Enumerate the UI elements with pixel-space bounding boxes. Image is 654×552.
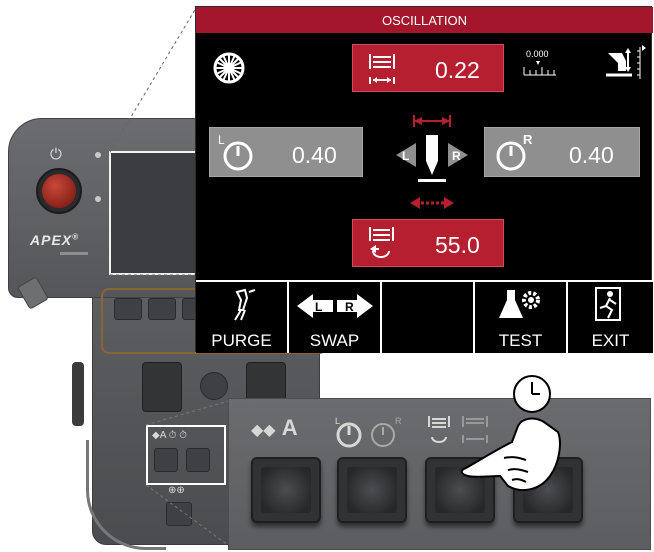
exit-label: EXIT	[591, 331, 630, 350]
oscillation-width-value: 0.22	[435, 57, 480, 83]
left-dwell-value: 0.40	[292, 142, 337, 168]
keypad-key-2[interactable]	[337, 457, 407, 523]
softkey-bar: PURGE L R SWAP TEST EXIT	[196, 280, 653, 353]
purge-torch-icon	[234, 288, 256, 321]
oscillation-screen: OSCILLATION 0.22 0.000 L 0.40 L R R 0.40…	[195, 6, 653, 353]
right-dwell-panel[interactable]: R 0.40	[484, 127, 640, 177]
key2-right-letter: R	[395, 416, 402, 426]
dwell-lr-icon: L R	[335, 416, 402, 448]
left-dwell-panel[interactable]: L 0.40	[209, 127, 363, 177]
torch-height-icon[interactable]	[604, 43, 646, 81]
exit-door-icon	[595, 287, 621, 321]
keypad-key-1[interactable]	[251, 457, 321, 523]
nozzle-left-letter: L	[402, 149, 409, 163]
wire-feed-icon: ◆◆	[251, 422, 276, 439]
nozzle-right-letter: R	[452, 149, 461, 163]
test-label: TEST	[498, 331, 543, 350]
right-dwell-value: 0.40	[569, 142, 614, 168]
flask-gear-icon	[499, 290, 540, 318]
left-dwell-timer-icon: L	[218, 133, 253, 171]
hold-finger-icon	[460, 375, 561, 492]
purge-button[interactable]: PURGE	[196, 282, 289, 353]
test-button[interactable]: TEST	[475, 282, 568, 353]
torch-oscillation-icon: L R	[396, 115, 468, 209]
left-dwell-letter: L	[218, 133, 225, 147]
blank-softkey[interactable]	[382, 282, 475, 353]
key1-letter: A	[281, 415, 298, 440]
oscillation-width-panel[interactable]: 0.22	[352, 44, 504, 92]
key2-left-letter: L	[335, 416, 340, 426]
swap-button[interactable]: L R SWAP	[289, 282, 382, 353]
right-dwell-timer-icon: R	[496, 132, 533, 171]
key1-label: ◆◆ A	[251, 415, 298, 441]
position-readout: 0.000	[526, 49, 549, 59]
right-dwell-letter: R	[523, 132, 533, 147]
swap-label: SWAP	[309, 331, 360, 350]
oscillation-speed-icon	[369, 227, 394, 258]
wire-wheel-icon[interactable]	[212, 51, 246, 85]
ruler-icon	[523, 61, 556, 76]
keypad-zoom-inset: ◆◆ A L R	[228, 398, 651, 550]
swap-left-letter: L	[315, 300, 322, 314]
swap-right-letter: R	[345, 300, 354, 314]
exit-button[interactable]: EXIT	[568, 282, 653, 353]
screen-title: OSCILLATION	[196, 7, 653, 33]
oscillation-width-icon	[369, 54, 395, 84]
swap-lr-icon: L R	[297, 294, 373, 318]
oscillation-speed-value: 55.0	[435, 232, 480, 258]
oscillation-speed-panel[interactable]: 55.0	[352, 219, 504, 267]
purge-label: PURGE	[211, 331, 272, 350]
